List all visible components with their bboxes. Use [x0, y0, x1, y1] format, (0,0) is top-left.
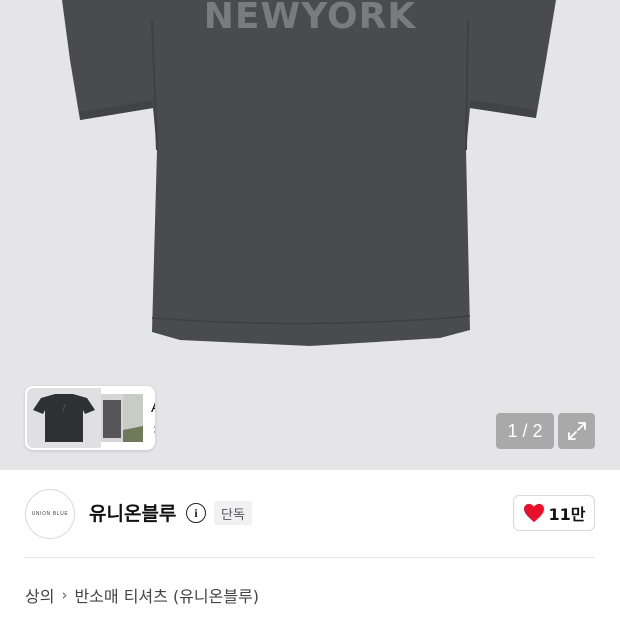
like-button[interactable]: 11만: [513, 495, 595, 531]
expand-icon: [567, 422, 586, 440]
brand-logo-text: UNION BLUE: [31, 511, 69, 517]
thumbnail-image: [101, 394, 123, 442]
brand-name[interactable]: 유니온블루: [89, 499, 176, 526]
info-icon[interactable]: i: [186, 503, 206, 523]
heart-icon: [523, 503, 544, 523]
image-pager: 1 / 2: [496, 413, 554, 449]
ai-label: AI: [151, 399, 155, 416]
chevron-right-icon: ›: [153, 420, 155, 438]
ai-similar-products-card[interactable]: ʃ AI ›: [25, 386, 155, 450]
exclusive-badge: 단독: [214, 501, 252, 525]
brand-row: UNION BLUE 유니온블루 i 단독 11만: [0, 470, 620, 558]
thumbnail-image: [123, 394, 143, 442]
breadcrumb-product[interactable]: 반소매 티셔츠 (유니온블루): [74, 583, 259, 607]
breadcrumb: 상의 › 반소매 티셔츠 (유니온블루): [25, 583, 259, 607]
breadcrumb-category[interactable]: 상의: [25, 583, 54, 607]
divider: [25, 557, 595, 558]
product-image-gallery[interactable]: NEWYORK ʃ AI › 1 / 2: [0, 0, 620, 470]
brand-logo[interactable]: UNION BLUE: [25, 489, 75, 539]
chevron-right-icon: ›: [61, 586, 68, 604]
thumbnail-image: ʃ: [27, 388, 101, 448]
like-count: 11만: [548, 505, 586, 524]
shirt-print-text: NEWYORK: [204, 0, 417, 37]
expand-button[interactable]: [558, 413, 595, 449]
